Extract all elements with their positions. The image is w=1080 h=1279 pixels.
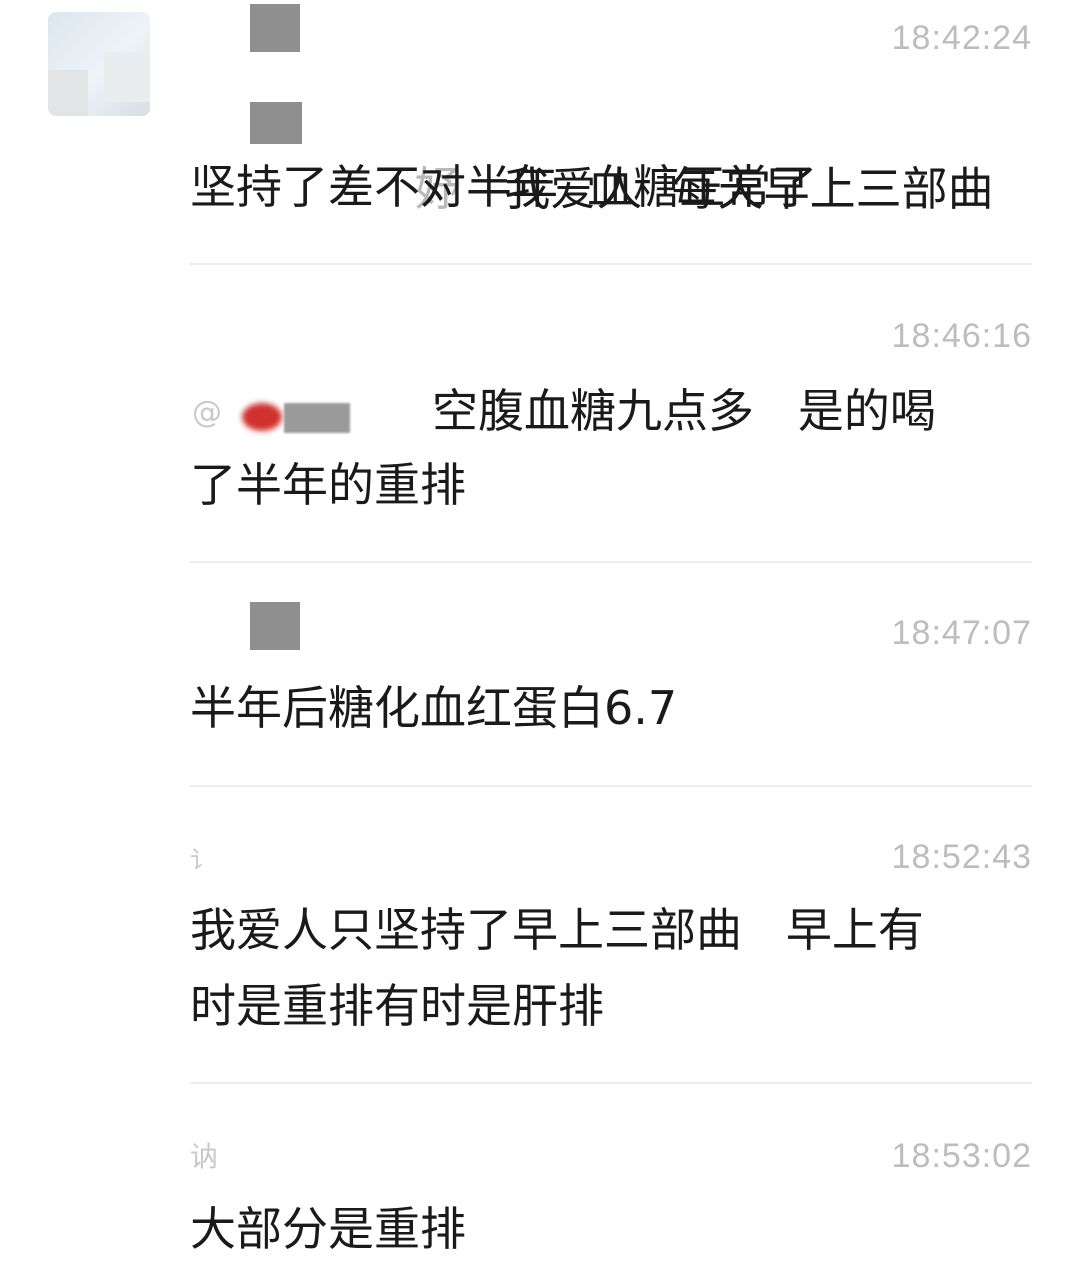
sender-name-fragment: 讷 — [190, 1140, 219, 1173]
message-text: 半年后糖化血红蛋白6.7 — [190, 681, 678, 735]
mention-at-symbol: @ — [192, 395, 222, 430]
avatar-blur-block — [48, 70, 88, 116]
chat-message[interactable]: 讷 18:53:02 大部分是重排 — [190, 1084, 1032, 1279]
sender-name-redacted — [250, 4, 300, 52]
message-timestamp: 18:46:16 — [891, 317, 1032, 355]
sender-avatar[interactable] — [48, 12, 150, 116]
message-timestamp: 18:53:02 — [891, 1137, 1032, 1175]
message-text: 空腹血糖九点多 是的喝 — [432, 384, 936, 438]
message-timestamp: 18:52:43 — [891, 838, 1032, 876]
message-text-line: 了半年的重排 — [190, 458, 466, 512]
mention-name-redacted — [250, 102, 302, 144]
mention-avatar-redacted — [242, 403, 282, 431]
chat-message[interactable]: 18:46:16 @ 空腹血糖九点多 是的喝 了半年的重排 — [190, 265, 1032, 561]
message-timestamp: 18:42:24 — [891, 19, 1032, 57]
sender-name-redacted — [250, 602, 300, 650]
message-text-line: 我爱人只坚持了早上三部曲 早上有 — [190, 903, 924, 957]
chat-message[interactable]: 18:47:07 半年后糖化血红蛋白6.7 — [190, 563, 1032, 785]
message-timestamp: 18:47:07 — [891, 614, 1032, 652]
avatar-blur-block — [104, 52, 150, 102]
mention-name-redacted — [284, 403, 350, 433]
sender-name-fragment: 讠 — [190, 846, 214, 874]
message-text: 大部分是重排 — [190, 1202, 466, 1256]
chat-message[interactable]: 18:42:24 妤 我爱人 每天早上三部曲 坚持了差不对半年 血糖正常了 — [190, 0, 1032, 262]
message-text-line: 坚持了差不对半年 血糖正常了 — [190, 160, 818, 214]
chat-message[interactable]: 讠 18:52:43 我爱人只坚持了早上三部曲 早上有 时是重排有时是肝排 — [190, 787, 1032, 1082]
message-text-line: 时是重排有时是肝排 — [190, 979, 604, 1033]
